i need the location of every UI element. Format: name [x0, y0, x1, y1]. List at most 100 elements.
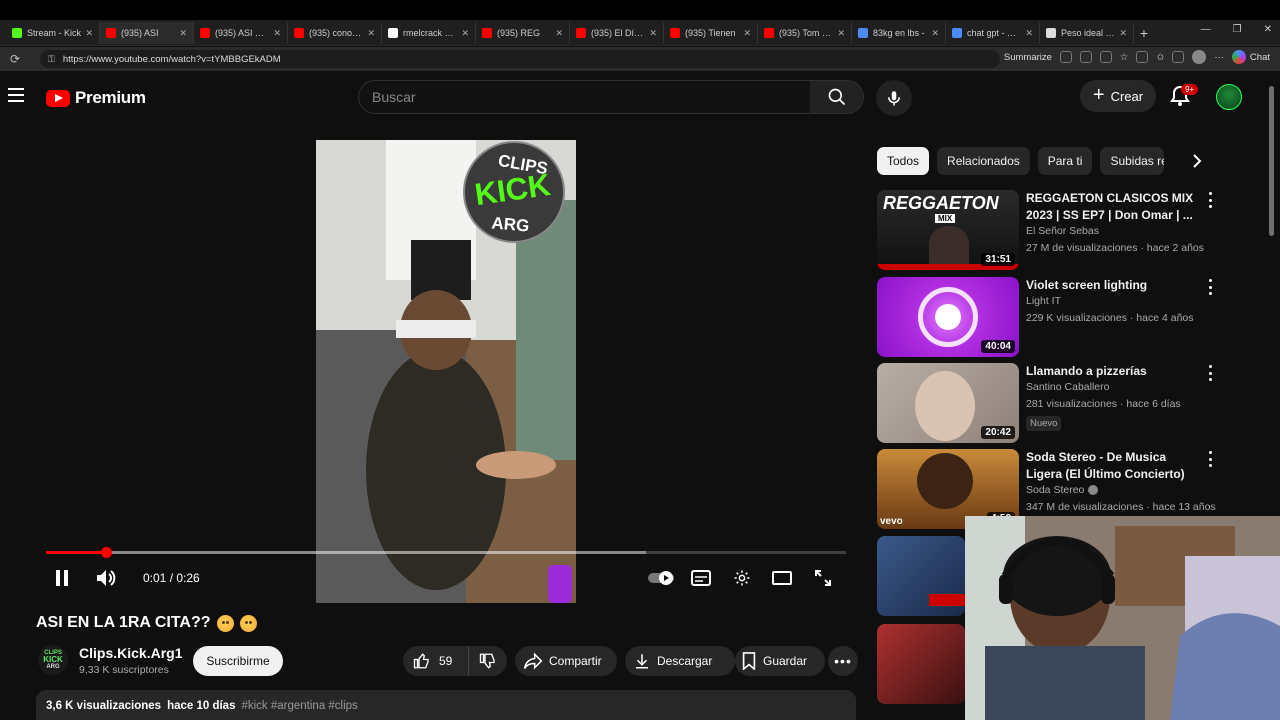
browser-tab[interactable]: (935) REG ✕ [476, 22, 570, 44]
tab-close-icon[interactable]: ✕ [1119, 28, 1127, 39]
tab-close-icon[interactable]: ✕ [461, 28, 469, 39]
minimize-icon[interactable]: — [1201, 24, 1211, 35]
summarize-button[interactable]: Summarize [1004, 52, 1052, 63]
recommendation-channel[interactable]: El Señor Sebas [1026, 225, 1099, 237]
browser-tab[interactable]: (935) Tom Od ✕ [758, 22, 852, 44]
split-screen-icon[interactable] [1136, 51, 1149, 63]
video-thumbnail[interactable] [877, 536, 965, 616]
menu-icon[interactable] [8, 88, 24, 102]
browser-tab[interactable]: chat gpt - Bús ✕ [946, 22, 1040, 44]
browser-tab[interactable]: (935) ASI EN LA ✕ [194, 22, 288, 44]
recommendation-channel[interactable]: Soda Stereo [1026, 484, 1099, 496]
tab-close-icon[interactable]: ✕ [837, 28, 845, 39]
tab-close-icon[interactable]: ✕ [85, 28, 93, 39]
tab-close-icon[interactable]: ✕ [555, 28, 563, 39]
browser-tab[interactable]: (935) ASI ✕ [100, 22, 194, 44]
maximize-icon[interactable]: ❐ [1233, 24, 1242, 35]
close-window-icon[interactable]: ✕ [1264, 24, 1272, 35]
browser-tab[interactable]: Stream - Kick ✕ [6, 22, 100, 44]
more-vertical-icon[interactable] [1207, 192, 1213, 208]
page-scrollbar[interactable] [1268, 76, 1276, 256]
favorites-icon[interactable]: ✩ [1156, 52, 1164, 63]
pause-button[interactable] [52, 566, 72, 590]
account-avatar[interactable] [1216, 84, 1242, 110]
reader-icon[interactable] [1059, 51, 1072, 63]
video-frame[interactable]: CLIPS KICK ARG [316, 140, 576, 603]
chips-next-button[interactable] [1186, 150, 1208, 172]
chevron-right-icon [1193, 154, 1202, 168]
favorite-star-icon[interactable]: ☆ [1120, 52, 1129, 63]
scrubber-handle[interactable] [101, 547, 112, 558]
more-vertical-icon[interactable] [1207, 451, 1213, 467]
more-vertical-icon[interactable] [1207, 279, 1213, 295]
subscribe-button[interactable]: Suscribirme [193, 646, 283, 676]
recommendation-title[interactable]: REGGAETON CLASICOS MIX 2023 | SS EP7 | D… [1026, 190, 1204, 224]
subtitles-button[interactable] [690, 566, 712, 590]
browser-tab[interactable]: (935) El Día De ✕ [570, 22, 664, 44]
description-box[interactable]: 3,6 K visualizaciones hace 10 días #kick #… [36, 690, 856, 720]
apps-icon[interactable] [1079, 51, 1092, 63]
hashtags[interactable]: #kick #argentina #clips [241, 700, 357, 712]
browser-tab[interactable]: (935) conozco ✕ [288, 22, 382, 44]
recommendation-item[interactable]: 40:04 Violet screen lighting Light IT 22… [877, 277, 1212, 357]
chip-for-you[interactable]: Para ti [1037, 147, 1093, 175]
collections-icon[interactable] [1172, 51, 1185, 63]
browser-tab[interactable]: rmelcrack Lea ✕ [382, 22, 476, 44]
tab-close-icon[interactable]: ✕ [649, 28, 657, 39]
download-button[interactable]: Descargar [625, 646, 735, 676]
profile-icon[interactable] [1192, 50, 1207, 64]
chip-related[interactable]: Relacionados [937, 147, 1030, 175]
more-menu-icon[interactable]: ··· [1214, 52, 1224, 63]
recommendation-item[interactable]: 20:42 Llamando a pizzerías Santino Cabal… [877, 363, 1212, 443]
search-button[interactable] [810, 80, 864, 114]
recommendation-title[interactable]: Violet screen lighting [1026, 277, 1204, 294]
tab-close-icon[interactable]: ✕ [273, 28, 281, 39]
browser-tab[interactable]: Peso ideal pa ✕ [1040, 22, 1134, 44]
recommendation-channel[interactable]: Light IT [1026, 295, 1061, 307]
theater-mode-button[interactable] [771, 566, 793, 590]
settings-button[interactable] [731, 566, 753, 590]
youtube-premium-logo[interactable]: Premium [46, 88, 146, 108]
zoom-icon[interactable] [1099, 51, 1112, 63]
more-actions-button[interactable]: ••• [828, 646, 858, 676]
voice-search-button[interactable] [876, 80, 912, 116]
tab-close-icon[interactable]: ✕ [367, 28, 375, 39]
progress-bar[interactable] [46, 547, 846, 558]
browser-tab[interactable]: (935) Tienen ✕ [664, 22, 758, 44]
autoplay-toggle[interactable] [648, 566, 674, 590]
new-tab-button[interactable]: + [1134, 22, 1154, 44]
site-info-icon[interactable]: ⚿ [48, 54, 55, 65]
browser-tab[interactable]: 83kg en lbs - ✕ [852, 22, 946, 44]
search-input[interactable] [372, 89, 810, 105]
recommendation-title[interactable]: Soda Stereo - De Musica Ligera (El Últim… [1026, 449, 1204, 483]
tab-close-icon[interactable]: ✕ [179, 28, 187, 39]
video-thumbnail[interactable]: 20:42 [877, 363, 1019, 443]
like-button[interactable]: 59 [403, 646, 469, 676]
tab-close-icon[interactable]: ✕ [1025, 28, 1033, 39]
recommendation-channel[interactable]: Santino Caballero [1026, 381, 1109, 393]
volume-button[interactable] [95, 566, 119, 590]
url-field[interactable]: ⚿ https://www.youtube.com/watch?v=tYMBBG… [40, 50, 1000, 68]
recommendation-title[interactable]: Llamando a pizzerías [1026, 363, 1204, 380]
share-button[interactable]: Compartir [515, 646, 617, 676]
channel-avatar[interactable]: CLIPS KICK ARG [38, 645, 68, 675]
video-thumbnail[interactable]: REGGAETON MIX 31:51 [877, 190, 1019, 270]
scrollbar-thumb[interactable] [1269, 86, 1274, 236]
fullscreen-button[interactable] [812, 566, 834, 590]
dislike-button[interactable] [469, 652, 507, 670]
recommendation-item[interactable]: REGGAETON MIX 31:51 REGGAETON CLASICOS M… [877, 190, 1212, 270]
chip-all[interactable]: Todos [877, 147, 930, 175]
chip-recent-uploads[interactable]: Subidas rec [1100, 147, 1165, 175]
more-vertical-icon[interactable] [1207, 365, 1213, 381]
share-label: Compartir [549, 654, 602, 668]
create-button[interactable]: + Crear [1080, 80, 1156, 112]
video-thumbnail[interactable]: 40:04 [877, 277, 1019, 357]
save-button[interactable]: Guardar [735, 646, 825, 676]
refresh-icon[interactable]: ⟳ [10, 52, 30, 66]
channel-name[interactable]: Clips.Kick.Arg1 [79, 645, 182, 661]
thumbnail-subtitle-text: MIX [935, 214, 956, 223]
copilot-chat-button[interactable]: Chat [1231, 50, 1270, 64]
tab-close-icon[interactable]: ✕ [743, 28, 751, 39]
video-thumbnail[interactable] [877, 624, 965, 704]
tab-close-icon[interactable]: ✕ [931, 28, 939, 39]
